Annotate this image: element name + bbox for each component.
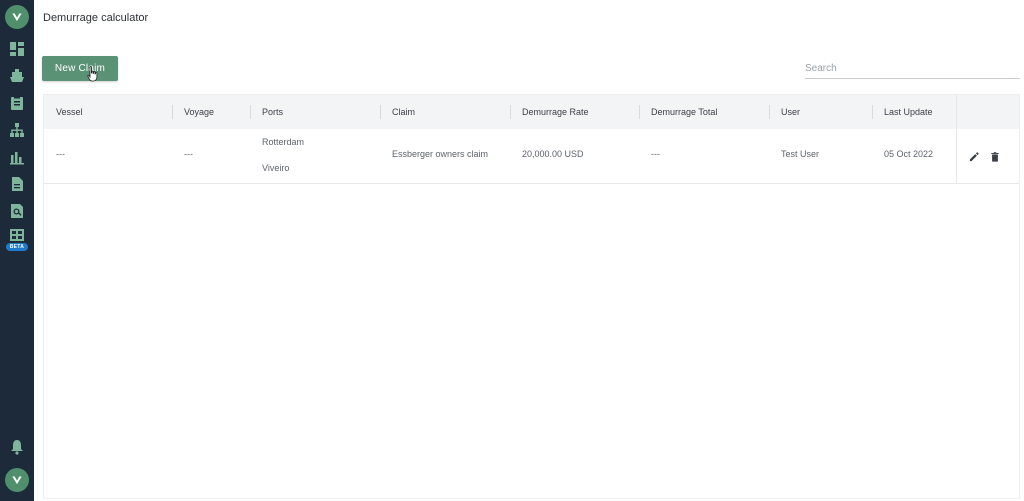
column-header-ports[interactable]: Ports (250, 95, 380, 129)
claims-table: Vessel Voyage Ports Claim Demurrage Rate… (43, 94, 1020, 499)
cell-last-update: 05 Oct 2022 (884, 149, 934, 159)
cell-vessel: --- (56, 149, 65, 159)
actions-column-divider (956, 95, 957, 183)
clipboard-icon[interactable] (8, 94, 26, 112)
page-title: Demurrage calculator (43, 12, 149, 24)
ship-icon[interactable] (8, 67, 26, 85)
column-header-voyage[interactable]: Voyage (172, 95, 250, 129)
column-header-claim[interactable]: Claim (380, 95, 510, 129)
table-row[interactable]: --- --- Rotterdam Viveiro Essberger owne… (44, 129, 1019, 184)
sidebar: BETA (0, 0, 34, 501)
column-header-demurrage-rate[interactable]: Demurrage Rate (510, 95, 640, 129)
bar-chart-icon[interactable] (8, 148, 26, 166)
search-document-icon[interactable] (8, 202, 26, 220)
column-header-last-update[interactable]: Last Update (872, 95, 956, 129)
cell-demurrage-total: --- (651, 149, 660, 159)
hierarchy-icon[interactable] (8, 121, 26, 139)
beta-badge: BETA (6, 243, 28, 251)
cell-voyage: --- (184, 149, 193, 159)
cell-port: Viveiro (262, 163, 290, 173)
cell-claim: Essberger owners claim (392, 149, 489, 159)
search-field[interactable] (805, 58, 1020, 79)
cell-demurrage-rate: 20,000.00 USD (522, 149, 584, 159)
document-icon[interactable] (8, 175, 26, 193)
table-header: Vessel Voyage Ports Claim Demurrage Rate… (44, 95, 1019, 129)
bell-icon[interactable] (8, 438, 26, 456)
delete-icon[interactable] (989, 151, 1001, 163)
logo-icon[interactable] (5, 5, 29, 29)
edit-icon[interactable] (968, 151, 980, 163)
search-input[interactable] (805, 59, 1020, 78)
column-header-user[interactable]: User (769, 95, 872, 129)
column-header-demurrage-total[interactable]: Demurrage Total (639, 95, 769, 129)
logo-icon[interactable] (5, 468, 29, 492)
cell-port: Rotterdam (262, 137, 305, 147)
cell-user: Test User (781, 149, 820, 159)
dashboard-icon[interactable] (8, 40, 26, 58)
column-header-vessel[interactable]: Vessel (44, 95, 172, 129)
new-claim-button[interactable]: New Claim (42, 56, 118, 81)
